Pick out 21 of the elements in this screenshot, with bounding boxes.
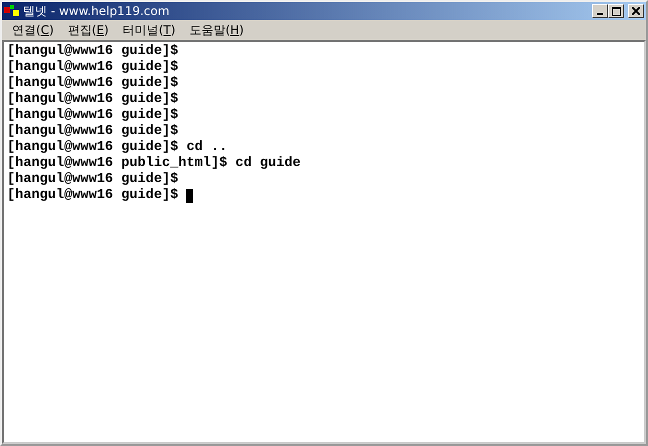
terminal-line: [hangul@www16 guide]$ [7, 108, 178, 123]
minimize-button[interactable] [592, 4, 608, 18]
close-button[interactable] [628, 4, 644, 18]
terminal-line: [hangul@www16 guide]$ [7, 92, 178, 107]
menu-item[interactable]: 터미널(T) [116, 21, 182, 39]
window-title: 텔넷 - www.help119.com [23, 3, 170, 20]
terminal-line: [hangul@www16 guide]$ [7, 172, 178, 187]
menu-item[interactable]: 도움말(H) [183, 21, 250, 39]
app-icon [4, 4, 20, 18]
terminal-line: [hangul@www16 guide]$ [7, 60, 178, 75]
terminal-line: [hangul@www16 guide]$ [7, 188, 178, 203]
maximize-icon [612, 6, 620, 16]
terminal-line: [hangul@www16 guide]$ [7, 124, 178, 139]
terminal-line: [hangul@www16 guide]$ [7, 76, 178, 91]
menu-item[interactable]: 편집(E) [62, 21, 115, 39]
menu-item[interactable]: 연결(C) [6, 21, 60, 39]
terminal-line: [hangul@www16 public_html]$ cd guide [7, 156, 301, 171]
terminal-line: [hangul@www16 guide]$ cd .. [7, 140, 228, 155]
maximize-button[interactable] [608, 4, 624, 18]
close-icon [632, 7, 640, 15]
terminal-line: [hangul@www16 guide]$ [7, 44, 178, 59]
